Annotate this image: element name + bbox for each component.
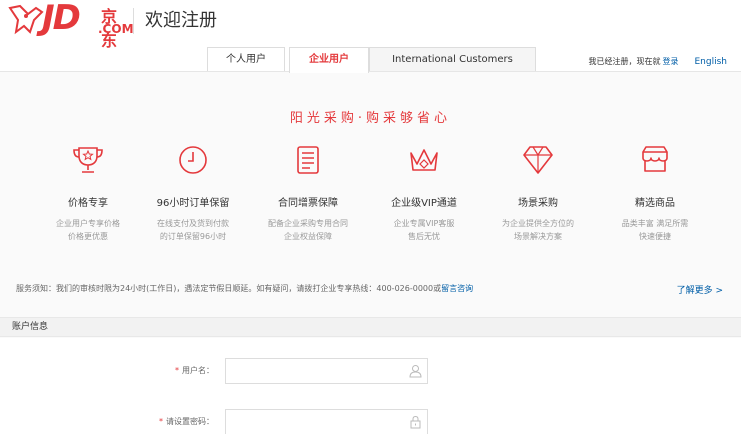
feature-order-hold-title: 96小时订单保留	[156, 198, 230, 209]
password-input[interactable]	[225, 409, 428, 434]
header-divider	[133, 8, 134, 34]
feature-price-desc: 企业用户专享价格 价格更优惠	[38, 217, 138, 243]
feature-desc-line: 企业专属VIP客服	[393, 219, 455, 228]
username-label: * 用户名：	[175, 365, 214, 376]
feature-vip-title: 企业级VIP通道	[391, 198, 457, 209]
shop-icon	[642, 146, 668, 172]
feature-scenario: 场景采购 为企业提供全方位的 场景解决方案	[488, 142, 588, 243]
tab-enterprise[interactable]: 企业用户	[289, 47, 369, 73]
header: JD 京东 .COM 欢迎注册	[0, 0, 741, 50]
feature-desc-line: 配备企业采购专用合同	[268, 219, 348, 228]
required-mark: *	[159, 417, 163, 426]
required-mark: *	[175, 366, 179, 375]
lock-icon	[410, 415, 421, 429]
feature-scenario-title: 场景采购	[518, 198, 558, 209]
feature-order-hold: 96小时订单保留 在线支付及货到付款 的订单保留96小时	[143, 142, 243, 243]
leave-message-link[interactable]: 留言咨询	[441, 284, 473, 293]
feature-goods-title: 精选商品	[635, 198, 675, 209]
jd-logo[interactable]: JD 京东 .COM	[6, 0, 134, 50]
feature-goods: 精选商品 品类丰富 满足所需 快速便捷	[605, 142, 705, 243]
feature-goods-desc: 品类丰富 满足所需 快速便捷	[605, 217, 705, 243]
feature-vip: 企业级VIP通道 企业专属VIP客服 售后无忧	[374, 142, 474, 243]
feature-contract: 合同增票保障 配备企业采购专用合同 企业权益保障	[258, 142, 358, 243]
diamond-icon	[523, 146, 553, 174]
top-right-links: 我已经注册，现在就 登录 English	[589, 56, 741, 67]
username-input[interactable]	[225, 358, 428, 384]
password-row: * 请设置密码：	[0, 409, 741, 434]
feature-price-title: 价格专享	[68, 198, 108, 209]
english-link[interactable]: English	[695, 57, 728, 67]
password-label: * 请设置密码：	[159, 416, 214, 427]
tab-international[interactable]: International Customers	[369, 47, 536, 72]
feature-desc-line: 为企业提供全方位的	[502, 219, 574, 228]
feature-desc-line: 品类丰富 满足所需	[621, 219, 689, 228]
feature-order-hold-desc: 在线支付及货到付款 的订单保留96小时	[143, 217, 243, 243]
jd-dog-mascot-icon	[8, 4, 44, 35]
logo-com-text: .COM	[98, 22, 134, 36]
learn-more-link[interactable]: 了解更多 >	[677, 283, 723, 296]
service-notice: 服务须知：我们的审核时限为24小时(工作日)，遇法定节假日顺延。如有疑问，请拨打…	[0, 283, 741, 296]
crown-icon	[410, 149, 438, 171]
page-title: 欢迎注册	[145, 10, 217, 31]
document-icon	[297, 146, 319, 174]
trophy-icon	[73, 147, 103, 173]
logo-jd-text: JD	[42, 0, 81, 38]
username-row: * 用户名：	[0, 358, 741, 384]
feature-contract-title: 合同增票保障	[278, 198, 338, 209]
feature-desc-line: 在线支付及货到付款	[157, 219, 229, 228]
username-label-text: 用户名：	[182, 366, 214, 375]
feature-scenario-desc: 为企业提供全方位的 场景解决方案	[488, 217, 588, 243]
feature-contract-desc: 配备企业采购专用合同 企业权益保障	[258, 217, 358, 243]
clock-icon	[179, 146, 207, 174]
feature-vip-desc: 企业专属VIP客服 售后无忧	[374, 217, 474, 243]
slogan: 阳光采购·购采够省心	[289, 111, 452, 126]
feature-desc-line: 企业用户专享价格	[56, 219, 120, 228]
user-icon	[409, 365, 422, 378]
feature-desc-line: 售后无忧	[408, 232, 440, 241]
main-panel: 阳光采购·购采够省心 价格专享 企业用户专享价格 价格更优惠 96小时订单保留 …	[0, 71, 741, 434]
feature-desc-line: 场景解决方案	[514, 232, 562, 241]
notice-text: 服务须知：我们的审核时限为24小时(工作日)，遇法定节假日顺延。如有疑问，请拨打…	[16, 284, 442, 293]
feature-desc-line: 快速便捷	[639, 232, 671, 241]
tab-personal[interactable]: 个人用户	[207, 47, 285, 72]
feature-desc-line: 企业权益保障	[284, 232, 332, 241]
account-info-header: 账户信息	[0, 317, 741, 337]
feature-price: 价格专享 企业用户专享价格 价格更优惠	[38, 142, 138, 243]
login-link[interactable]: 登录	[663, 57, 679, 66]
notice-text-wrap: 服务须知：我们的审核时限为24小时(工作日)，遇法定节假日顺延。如有疑问，请拨打…	[16, 283, 473, 294]
registration-form: * 用户名： * 请设置密码：	[0, 338, 741, 434]
feature-desc-line: 价格更优惠	[68, 232, 108, 241]
already-registered-text: 我已经注册，现在就	[588, 57, 661, 66]
password-label-text: 请设置密码：	[166, 417, 214, 426]
feature-desc-line: 的订单保留96小时	[159, 232, 227, 241]
